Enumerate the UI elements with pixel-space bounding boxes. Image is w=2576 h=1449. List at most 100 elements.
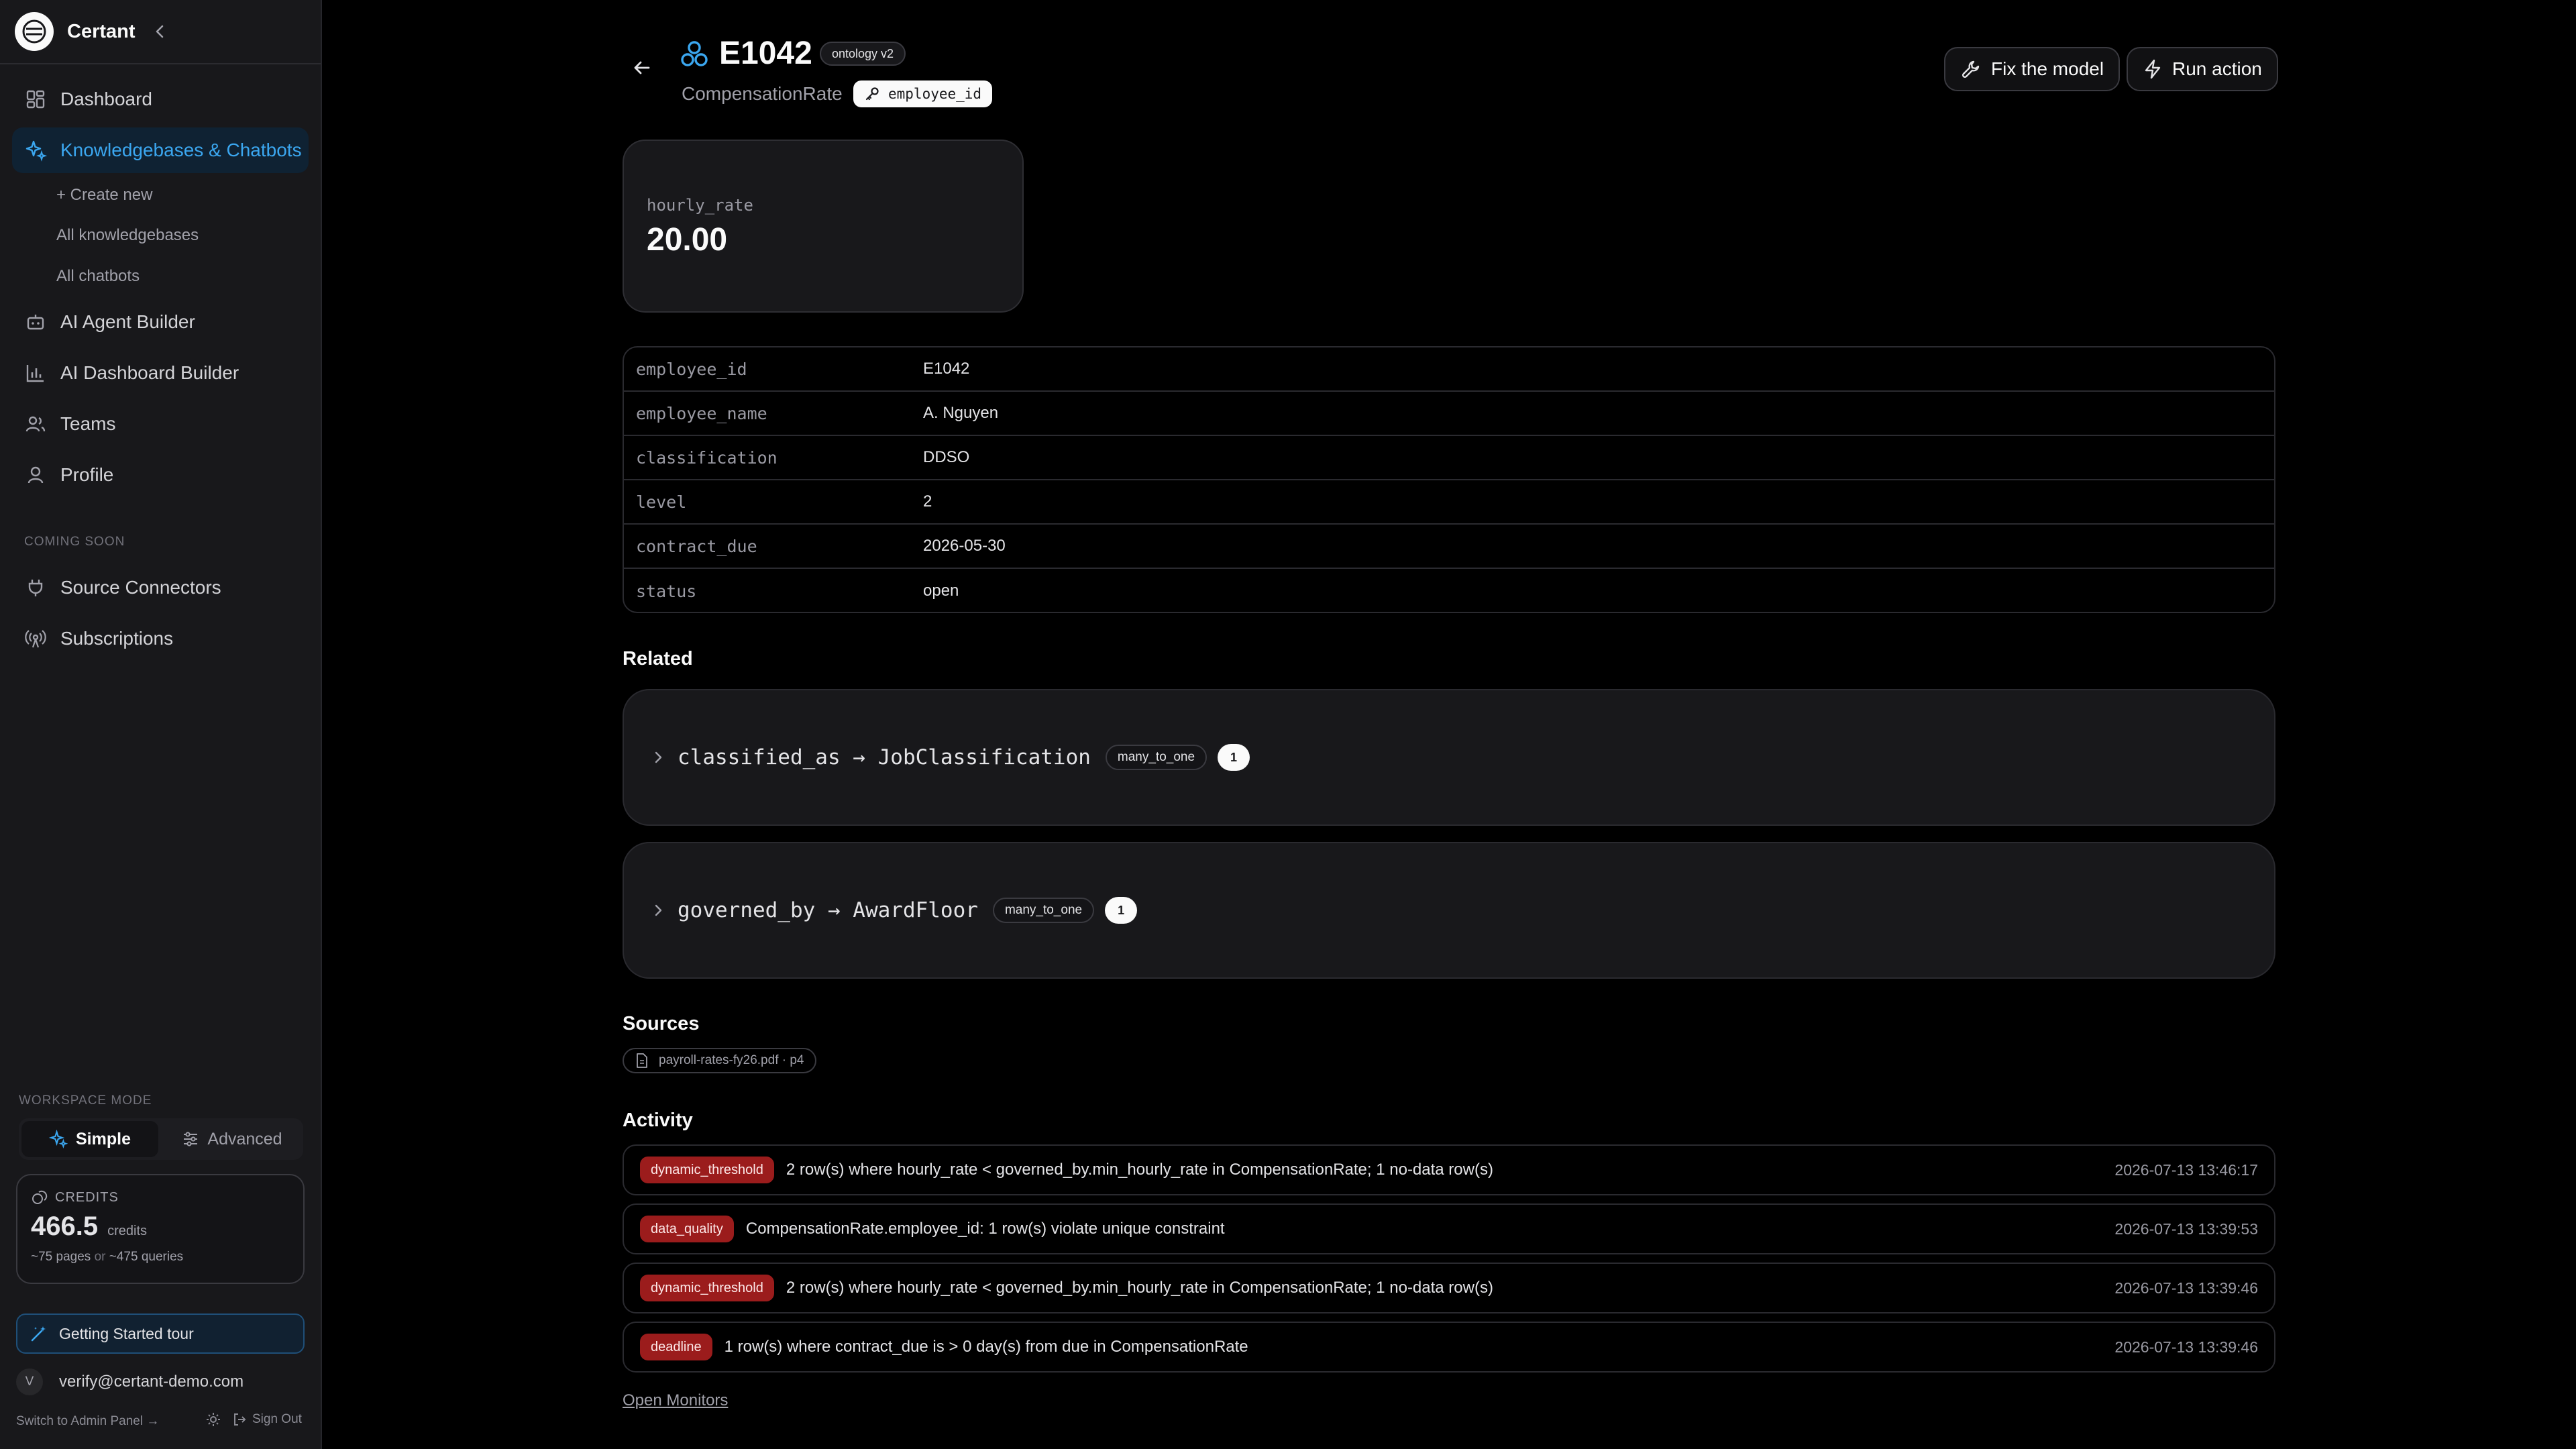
nav-profile[interactable]: Profile [12,452,309,498]
nav-teams[interactable]: Teams [12,401,309,447]
nav-subscriptions-label: Subscriptions [60,628,174,649]
footer-actions: Sign Out [205,1411,302,1428]
coins-icon [31,1189,55,1206]
alert-timestamp: 2026-07-13 13:39:46 [2114,1279,2258,1297]
mode-simple-label: Simple [76,1129,131,1148]
attribute-key: employee_id [636,359,747,379]
bot-icon [24,311,47,333]
alert-type-badge: data_quality [640,1216,734,1242]
attribute-key: classification [636,447,777,468]
list-item[interactable]: deadline 1 row(s) where contract_due is … [623,1322,2275,1373]
attribute-value: A. Nguyen [923,404,999,422]
nav-dashboard-label: Dashboard [60,89,152,109]
source-document-chip[interactable]: payroll-rates-fy26.pdf · p4 [623,1048,816,1073]
nav-subscriptions[interactable]: Subscriptions [12,616,309,661]
credits-card: CREDITS 466.5 credits ~75 pages or ~475 … [16,1174,305,1284]
alert-timestamp: 2026-07-13 13:39:46 [2114,1338,2258,1356]
related-heading: Related [623,648,693,669]
attribute-key: employee_name [636,403,767,423]
sparkles-icon [24,139,47,162]
metric-card: hourly_rate 20.00 [623,140,1024,313]
related-governed-by[interactable]: governed_by → AwardFloor many_to_one 1 [623,842,2275,979]
table-row: classification DDSO [624,436,2274,480]
count-badge: 1 [1105,897,1138,924]
attribute-value: open [923,582,959,600]
sidebar: Certant Dashboard Knowledgebases & Chatb… [0,0,322,1449]
attributes-table: employee_id E1042 employee_name A. Nguye… [623,346,2275,613]
nav-knowledgebases[interactable]: Knowledgebases & Chatbots [12,127,309,173]
alert-timestamp: 2026-07-13 13:39:53 [2114,1220,2258,1238]
attribute-value: DDSO [923,448,970,466]
attribute-value: 2 [923,492,932,511]
brand-header: Certant [0,0,321,64]
bar-chart-icon [24,362,47,384]
user-icon [24,464,47,486]
avatar: V [16,1368,43,1395]
alert-timestamp: 2026-07-13 13:46:17 [2114,1161,2258,1179]
mode-simple-option[interactable]: Simple [21,1121,158,1157]
wand-icon [30,1324,59,1343]
document-icon [635,1053,659,1069]
sub-all-chatbots[interactable]: All chatbots [56,267,140,286]
attribute-value: 2026-05-30 [923,537,1006,555]
alert-message: 2 row(s) where hourly_rate < governed_by… [786,1161,1493,1179]
fix-model-button[interactable]: Fix the model [1944,47,2121,91]
brand-name: Certant [67,20,136,42]
alert-message: 1 row(s) where contract_due is > 0 day(s… [724,1338,1248,1356]
run-action-button[interactable]: Run action [2127,47,2278,91]
table-row: employee_id E1042 [624,347,2274,392]
getting-started-tour-label: Getting Started tour [59,1324,194,1342]
sign-out-button[interactable]: Sign Out [232,1412,302,1427]
back-arrow-icon[interactable] [632,58,652,78]
list-item[interactable]: dynamic_threshold 2 row(s) where hourly_… [623,1144,2275,1195]
key-icon [864,86,888,102]
sub-create-new[interactable]: + Create new [56,186,152,205]
credits-unit: credits [107,1224,148,1238]
collapse-sidebar-icon[interactable] [152,23,169,40]
users-icon [24,413,47,435]
getting-started-tour-button[interactable]: Getting Started tour [16,1313,305,1354]
page-title: E1042 [719,36,812,71]
alert-message: 2 row(s) where hourly_rate < governed_by… [786,1279,1493,1297]
count-badge: 1 [1218,744,1250,771]
metric-value: 20.00 [647,222,728,258]
credits-label: CREDITS [55,1189,119,1205]
coming-soon-label: COMING SOON [24,535,125,549]
mode-advanced-option[interactable]: Advanced [164,1121,301,1157]
cardinality-badge: many_to_one [992,898,1095,923]
theme-toggle-sun-icon[interactable] [205,1411,221,1428]
certant-logo-icon[interactable] [15,12,54,51]
sign-out-label: Sign Out [252,1412,302,1426]
table-row: status open [624,569,2274,612]
related-classified-as[interactable]: classified_as → JobClassification many_t… [623,689,2275,826]
attribute-key: contract_due [636,536,757,556]
run-action-label: Run action [2172,58,2262,79]
credits-pages: ~75 pages [31,1250,91,1264]
credits-or: or [94,1250,106,1264]
list-item[interactable]: dynamic_threshold 2 row(s) where hourly_… [623,1263,2275,1313]
broadcast-icon [24,627,47,650]
relation-label: governed_by → AwardFloor [678,898,978,922]
plug-icon [24,576,47,599]
switch-admin-link[interactable]: Switch to Admin Panel → [16,1414,159,1429]
nav-ai-dashboard-builder[interactable]: AI Dashboard Builder [12,350,309,396]
nav-source-connectors-label: Source Connectors [60,577,221,598]
sub-all-knowledgebases[interactable]: All knowledgebases [56,226,199,245]
list-item[interactable]: data_quality CompensationRate.employee_i… [623,1203,2275,1254]
credits-queries: ~475 queries [109,1250,184,1264]
user-account[interactable]: V verify@certant-demo.com [16,1368,244,1395]
table-row: contract_due 2026-05-30 [624,525,2274,569]
nav-ai-agent-builder[interactable]: AI Agent Builder [12,299,309,345]
workspace-mode-toggle: Simple Advanced [19,1118,303,1160]
metric-label: hourly_rate [647,196,753,215]
relation-label: classified_as → JobClassification [678,745,1091,769]
nav-source-connectors[interactable]: Source Connectors [12,565,309,610]
nav-dashboard[interactable]: Dashboard [12,76,309,122]
sliders-icon [182,1130,207,1148]
sources-heading: Sources [623,1013,700,1034]
mode-advanced-label: Advanced [207,1129,282,1148]
nav-profile-label: Profile [60,464,114,485]
sign-out-icon [232,1412,247,1427]
alert-type-badge: dynamic_threshold [640,1275,774,1301]
open-monitors-link[interactable]: Open Monitors [623,1391,728,1410]
